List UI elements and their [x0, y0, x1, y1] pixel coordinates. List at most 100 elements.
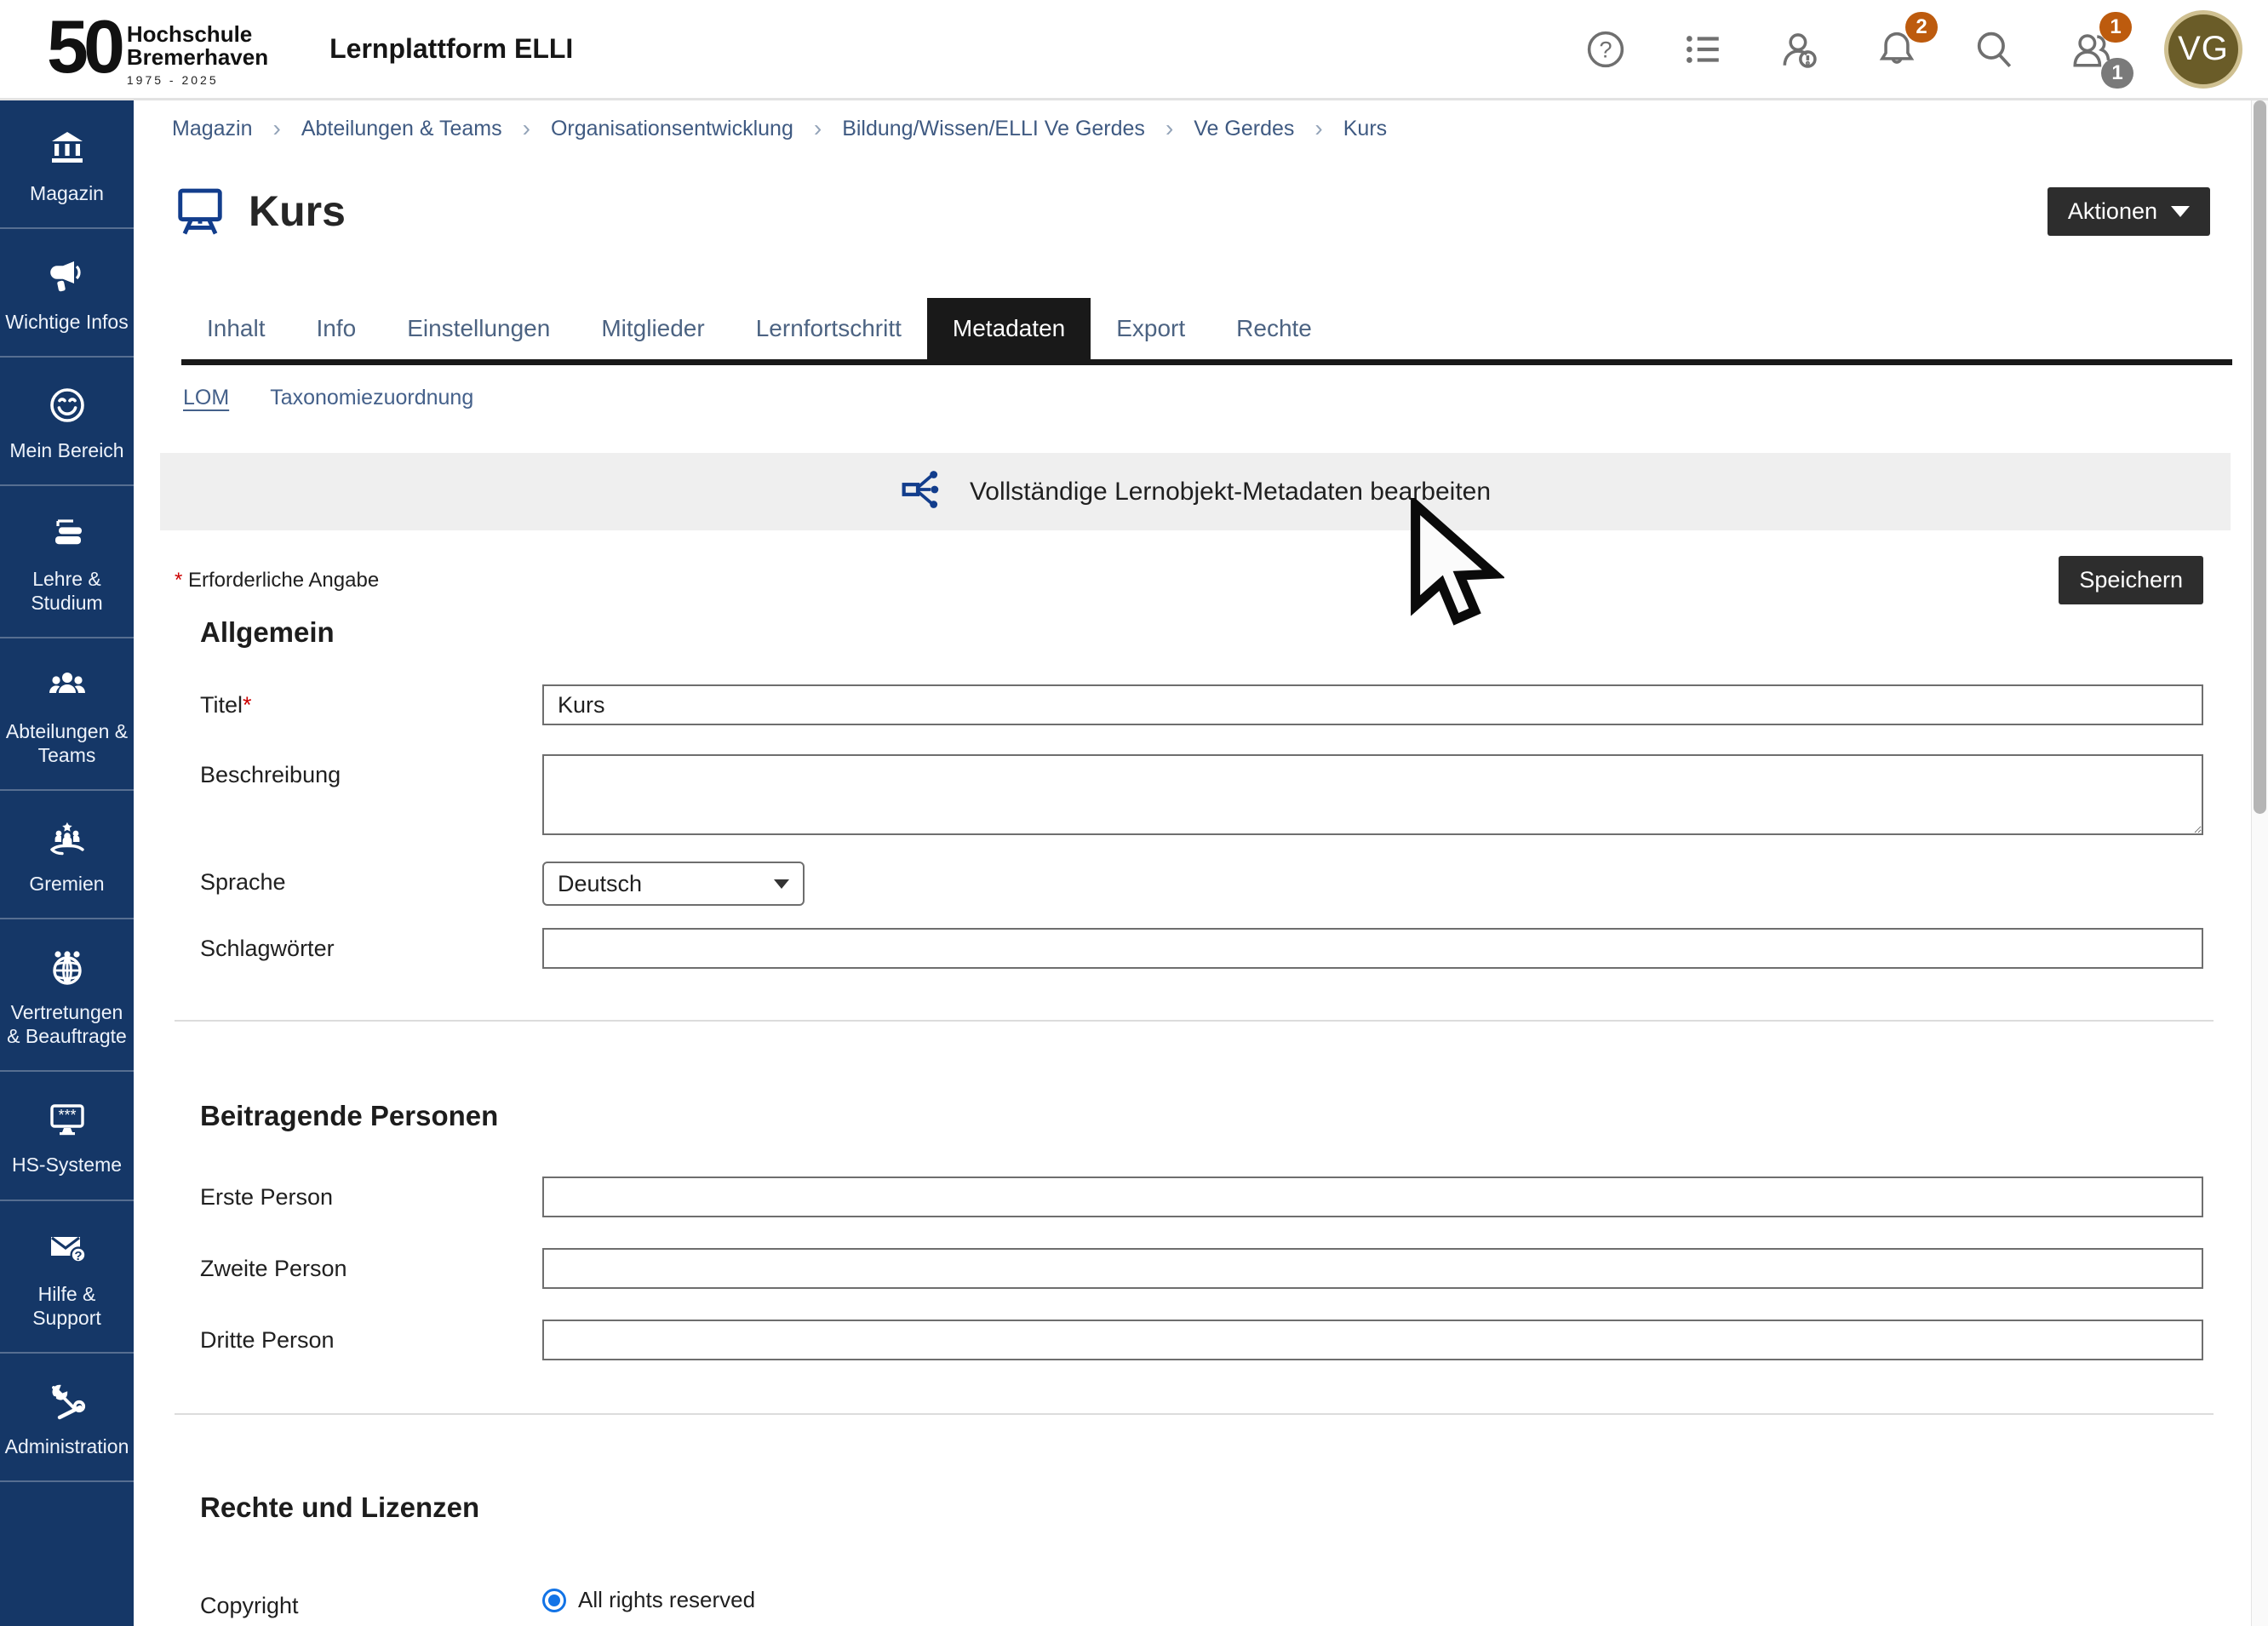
sidebar-item-label: Mein Bereich: [9, 438, 123, 462]
sidebar-item-abteilungen-teams[interactable]: Abteilungen & Teams: [0, 638, 134, 789]
tab-bar: Inhalt Info Einstellungen Mitglieder Ler…: [181, 298, 2232, 365]
sidebar-item-label: Gremien: [29, 872, 104, 896]
required-star: *: [175, 569, 182, 592]
copyright-label: Copyright: [200, 1585, 542, 1619]
tab-inhalt[interactable]: Inhalt: [181, 298, 291, 359]
subtab-lom[interactable]: LOM: [183, 386, 229, 414]
team-icon: [45, 666, 89, 711]
chevron-right-icon: ›: [814, 115, 822, 142]
sidebar-item-label: Wichtige Infos: [5, 310, 128, 334]
chevron-down-icon: [774, 879, 789, 889]
sidebar-item-hs-systeme[interactable]: *** HS-Systeme: [0, 1072, 134, 1199]
titel-label: Titel*: [200, 684, 542, 725]
breadcrumb-link[interactable]: Organisationsentwicklung: [551, 117, 793, 141]
sidebar-item-lehre-studium[interactable]: Lehre & Studium: [0, 486, 134, 637]
breadcrumb: Magazin › Abteilungen & Teams › Organisa…: [134, 100, 2251, 157]
tab-info[interactable]: Info: [291, 298, 382, 359]
mail-question-icon: ?: [45, 1228, 89, 1274]
breadcrumb-link[interactable]: Abteilungen & Teams: [301, 117, 502, 141]
vertical-scrollbar-thumb[interactable]: [2254, 100, 2266, 814]
hs-bremerhaven-logo[interactable]: 50 Hochschule Bremerhaven 1975 - 2025: [47, 11, 268, 87]
form-row-copyright: Copyright All rights reserved: [134, 1585, 2251, 1619]
dritte-person-label: Dritte Person: [200, 1320, 542, 1360]
course-board-icon: [174, 183, 226, 240]
svg-text:?: ?: [74, 1248, 82, 1262]
beschreibung-textarea[interactable]: [542, 754, 2203, 835]
sidebar-item-vertretungen[interactable]: Vertretungen & Beauftragte: [0, 919, 134, 1070]
sidebar-item-hilfe-support[interactable]: ? Hilfe & Support: [0, 1201, 134, 1352]
full-metadata-banner-label: Vollständige Lernobjekt-Metadaten bearbe…: [970, 478, 1491, 507]
dritte-person-input[interactable]: [542, 1320, 2203, 1360]
sidebar-item-label: Magazin: [30, 181, 104, 205]
breadcrumb-link[interactable]: Ve Gerdes: [1194, 117, 1294, 141]
sprache-select[interactable]: Deutsch: [542, 862, 805, 906]
chevron-right-icon: ›: [1314, 115, 1322, 142]
app-title: Lernplattform ELLI: [329, 33, 573, 65]
section-divider: [175, 1020, 2214, 1022]
copyright-radio[interactable]: [542, 1589, 566, 1612]
header-actions: ? 2: [1582, 10, 2242, 89]
help-icon[interactable]: ?: [1582, 26, 1629, 73]
zweite-person-input[interactable]: [542, 1248, 2203, 1289]
tab-mitglieder[interactable]: Mitglieder: [576, 298, 730, 359]
sidebar-item-label: Lehre & Studium: [5, 567, 129, 615]
svg-text:***: ***: [58, 1108, 76, 1125]
users-icon[interactable]: 1 1: [2067, 26, 2115, 73]
bell-icon[interactable]: 2: [1873, 26, 1921, 73]
beschreibung-label: Beschreibung: [200, 754, 542, 839]
tab-einstellungen[interactable]: Einstellungen: [381, 298, 576, 359]
form-row-erste-person: Erste Person: [134, 1177, 2251, 1217]
sidebar-item-gremien[interactable]: Gremien: [0, 791, 134, 918]
erste-person-input[interactable]: [542, 1177, 2203, 1217]
section-heading-beitragende: Beitragende Personen: [200, 1100, 2251, 1132]
actions-button[interactable]: Aktionen: [2048, 187, 2210, 236]
form-row-sprache: Sprache Deutsch: [134, 862, 2251, 906]
globe-users-icon: [45, 947, 89, 992]
megaphone-icon: [45, 256, 89, 301]
chevron-right-icon: ›: [273, 115, 281, 142]
sidebar-item-label: HS-Systeme: [12, 1153, 122, 1177]
main-content: Magazin › Abteilungen & Teams › Organisa…: [134, 100, 2251, 1626]
breadcrumb-link[interactable]: Bildung/Wissen/ELLI Ve Gerdes: [842, 117, 1145, 141]
tools-icon: [45, 1381, 89, 1426]
sidebar-item-administration[interactable]: Administration: [0, 1354, 134, 1480]
tab-export[interactable]: Export: [1091, 298, 1211, 359]
sprache-label: Sprache: [200, 862, 542, 906]
logo-line1: Hochschule: [127, 23, 268, 46]
form-row-titel: Titel*: [134, 684, 2251, 725]
tab-metadaten[interactable]: Metadaten: [927, 298, 1091, 359]
chevron-right-icon: ›: [1166, 115, 1173, 142]
full-metadata-banner[interactable]: Vollständige Lernobjekt-Metadaten bearbe…: [160, 453, 2231, 530]
tab-lernfortschritt[interactable]: Lernfortschritt: [730, 298, 927, 359]
avatar[interactable]: VG: [2164, 10, 2242, 89]
titel-input[interactable]: [542, 684, 2203, 725]
schlagwoerter-input[interactable]: [542, 928, 2203, 969]
search-icon[interactable]: [1970, 26, 2018, 73]
contacts-new-badge: 1: [2099, 12, 2132, 43]
sidebar-item-wichtige-infos[interactable]: Wichtige Infos: [0, 229, 134, 356]
sidebar-item-label: Vertretungen & Beauftragte: [5, 1000, 129, 1048]
sidebar-item-magazin[interactable]: Magazin: [0, 100, 134, 227]
required-note: * Erforderliche Angabe: [175, 569, 379, 593]
smiley-icon: [45, 385, 89, 430]
caret-down-icon: [2171, 206, 2190, 217]
sidebar-divider: [0, 1480, 134, 1482]
sidebar-item-mein-bereich[interactable]: Mein Bereich: [0, 358, 134, 484]
hub-icon: [900, 466, 948, 518]
breadcrumb-link[interactable]: Kurs: [1343, 117, 1387, 141]
list-icon[interactable]: [1679, 26, 1727, 73]
main-sidebar: Magazin Wichtige Infos Mein Bereich: [0, 100, 134, 1626]
user-alert-icon[interactable]: [1776, 26, 1824, 73]
sidebar-item-label: Hilfe & Support: [5, 1282, 129, 1330]
subtab-taxonomiezuordnung[interactable]: Taxonomiezuordnung: [270, 386, 473, 414]
breadcrumb-link[interactable]: Magazin: [172, 117, 253, 141]
form-action-row: * Erforderliche Angabe Speichern: [134, 556, 2251, 604]
books-icon: [45, 513, 89, 558]
vertical-scrollbar-track[interactable]: [2251, 100, 2268, 1626]
sidebar-item-label: Abteilungen & Teams: [5, 719, 129, 767]
section-divider: [175, 1413, 2214, 1415]
tab-rechte[interactable]: Rechte: [1211, 298, 1337, 359]
form-row-beschreibung: Beschreibung: [134, 754, 2251, 839]
save-button[interactable]: Speichern: [2059, 556, 2203, 604]
top-header: 50 Hochschule Bremerhaven 1975 - 2025 Le…: [0, 0, 2268, 100]
